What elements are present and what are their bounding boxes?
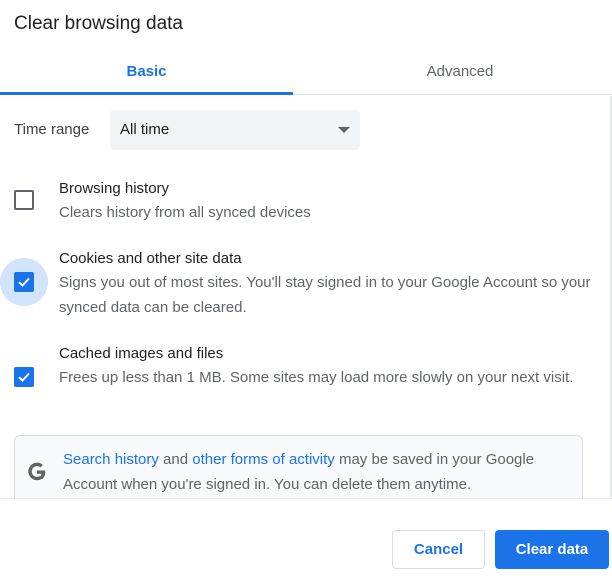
dialog-footer: Cancel Clear data: [0, 498, 612, 576]
cancel-button[interactable]: Cancel: [392, 530, 485, 569]
time-range-select[interactable]: All time: [110, 110, 360, 150]
time-range-label: Time range: [14, 121, 90, 138]
tab-advanced[interactable]: Advanced: [314, 48, 606, 94]
tab-basic[interactable]: Basic: [0, 48, 293, 94]
browsing-history-checkbox[interactable]: [14, 190, 34, 210]
option-description: Clears history from all synced devices: [59, 204, 311, 221]
checkmark-icon: [18, 372, 30, 382]
search-history-link[interactable]: Search history: [63, 451, 159, 468]
option-description: Signs you out of most sites. You'll stay…: [59, 274, 591, 316]
option-title: Cookies and other site data: [59, 250, 242, 267]
clear-browsing-data-dialog: Clear browsing data Basic Advanced Time …: [0, 0, 612, 576]
caret-down-icon: [338, 127, 350, 133]
checkbox-container: [0, 258, 48, 306]
tab-bar: Basic Advanced: [0, 48, 612, 95]
checkbox-container: [0, 353, 48, 401]
time-range-value: All time: [120, 121, 170, 138]
option-title: Browsing history: [59, 180, 170, 197]
clear-data-button[interactable]: Clear data: [495, 530, 609, 569]
tab-selected-indicator: [0, 92, 293, 95]
google-g-icon: [28, 462, 46, 481]
option-description: Frees up less than 1 MB. Some sites may …: [59, 369, 574, 386]
checkmark-icon: [18, 277, 30, 287]
cookies-checkbox[interactable]: [14, 272, 34, 292]
dialog-title: Clear browsing data: [14, 13, 183, 34]
other-activity-link[interactable]: other forms of activity: [192, 451, 335, 468]
option-title: Cached images and files: [59, 345, 224, 362]
cached-images-checkbox[interactable]: [14, 367, 34, 387]
info-text: Search history and other forms of activi…: [63, 451, 535, 493]
checkbox-container: [0, 176, 48, 224]
